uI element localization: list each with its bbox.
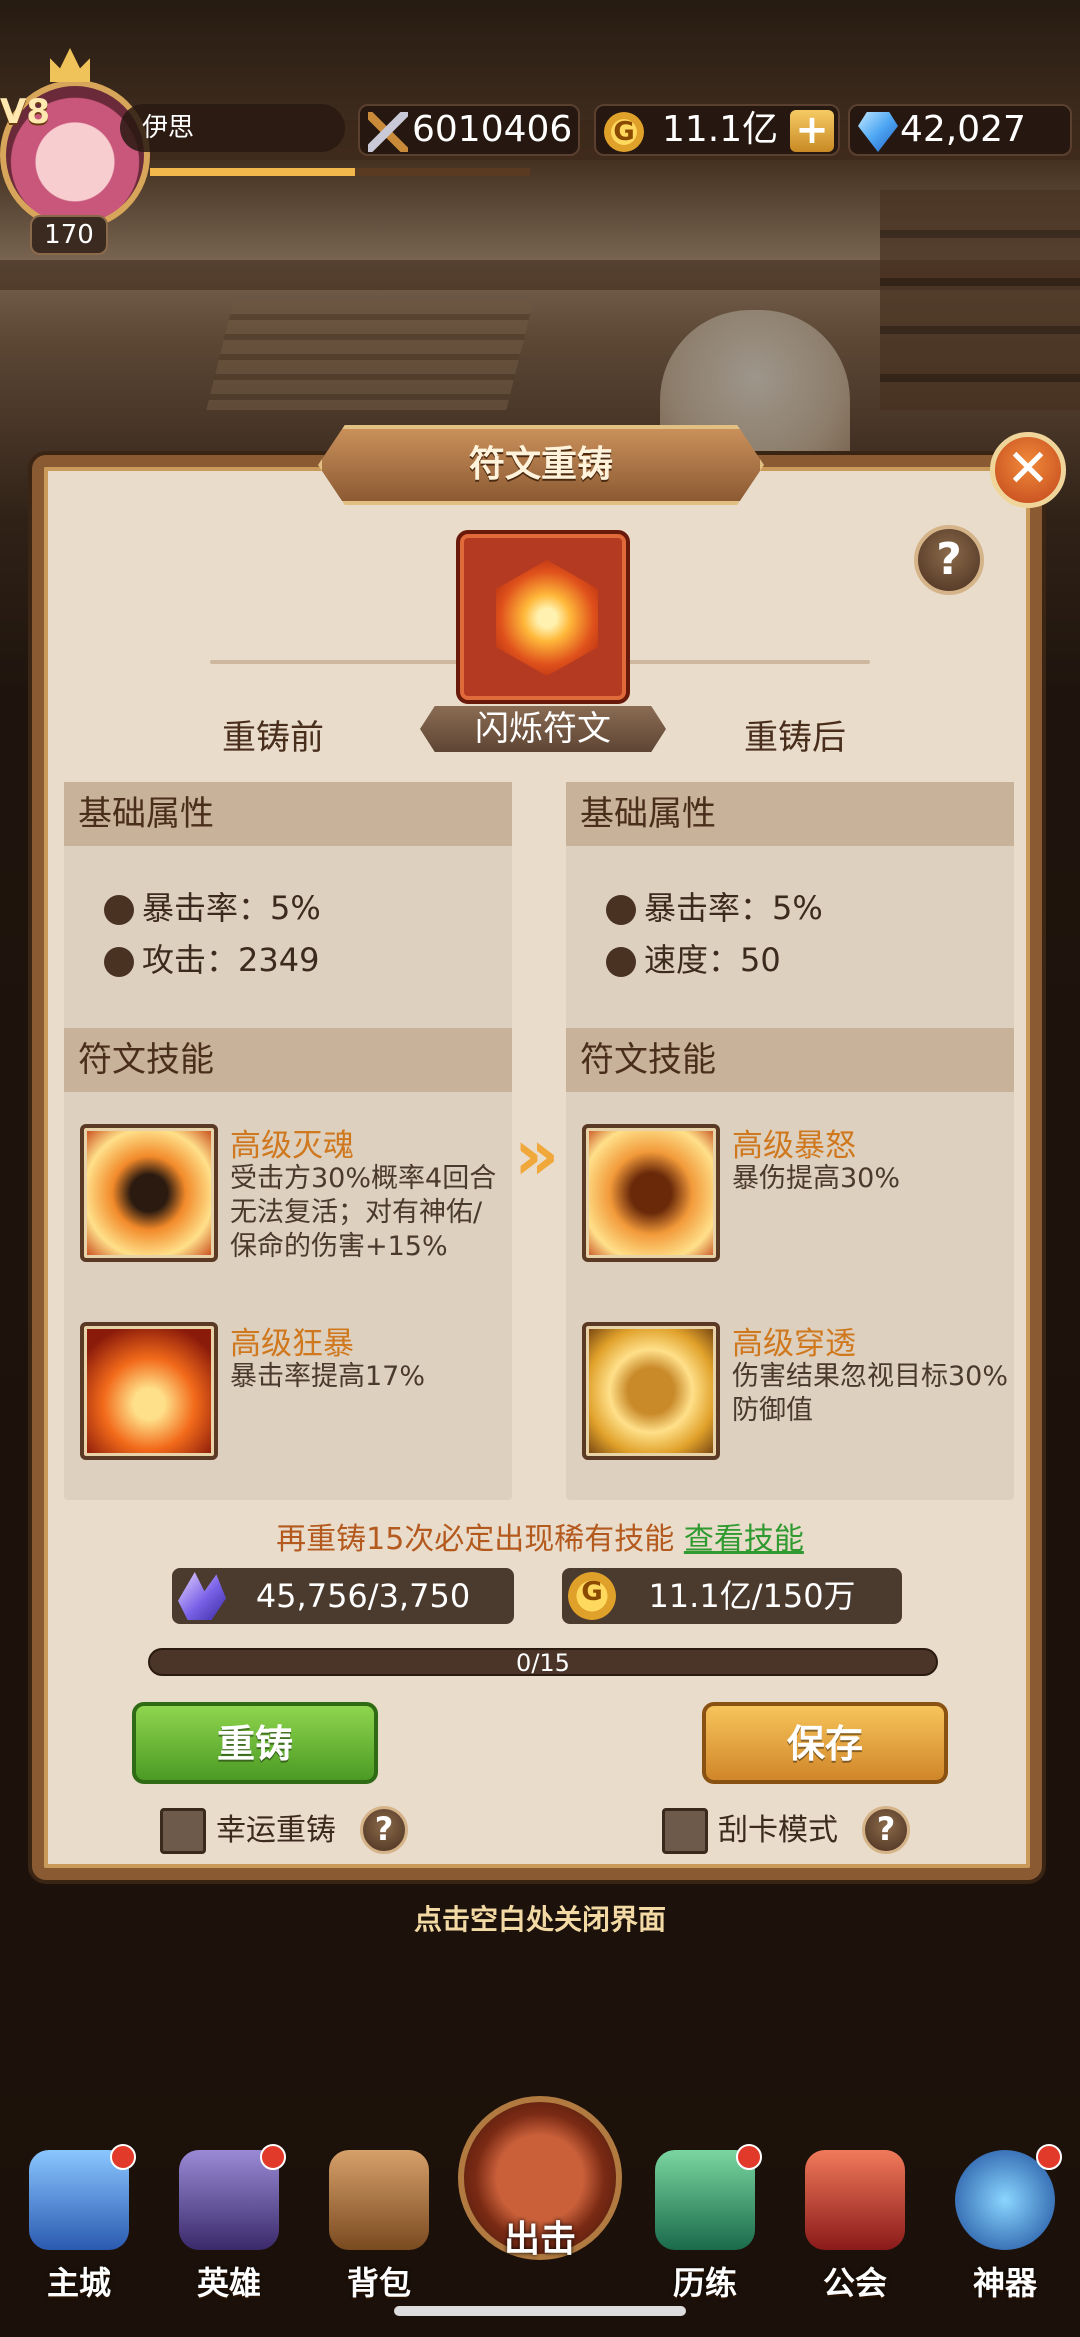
notification-dot	[110, 2144, 136, 2170]
diamond-icon	[858, 112, 898, 152]
skill-header: 符文技能	[64, 1028, 512, 1092]
home-indicator[interactable]	[394, 2306, 686, 2316]
crystal-cost: 45,756/3,750	[172, 1568, 514, 1624]
progress-text: 0/15	[516, 1649, 570, 1677]
guild-banner-icon	[805, 2150, 905, 2250]
nav-training[interactable]: 历练	[640, 2144, 770, 2302]
speed-icon	[606, 947, 636, 977]
skill-pierce-icon[interactable]	[582, 1322, 720, 1460]
rune-icon[interactable]	[456, 530, 630, 704]
dialog-title: 符文重铸	[468, 444, 613, 485]
attr-header: 基础属性	[64, 782, 512, 846]
attack-icon	[104, 947, 134, 977]
lucky-reforge-checkbox[interactable]	[160, 1808, 206, 1854]
diamond-value: 42,027	[900, 109, 1026, 150]
top-bar: V8 170 伊思 6010406 G 11.1亿 + 42,027 +	[0, 0, 1080, 255]
nav-backpack[interactable]: 背包	[314, 2150, 444, 2302]
gold-cost: G 11.1亿/150万	[562, 1568, 902, 1624]
exp-bar-fill	[150, 168, 356, 176]
after-reforge-label: 重铸后	[744, 718, 846, 758]
crystal-cost-value: 45,756/3,750	[255, 1577, 471, 1615]
skill-rage-icon[interactable]	[582, 1124, 720, 1262]
skill-name: 高级暴怒	[732, 1128, 856, 1164]
lucky-reforge-help-button[interactable]: ?	[360, 1806, 408, 1854]
diamond-display: 42,027 +	[848, 104, 1072, 156]
save-button[interactable]: 保存	[702, 1702, 948, 1784]
stat-speed: 速度：50	[606, 938, 781, 982]
player-level: 170	[30, 215, 108, 255]
notification-dot	[260, 2144, 286, 2170]
nav-main-city[interactable]: 主城	[14, 2144, 144, 2302]
backpack-icon	[329, 2150, 429, 2250]
add-gold-button[interactable]: +	[790, 110, 834, 152]
notification-dot	[736, 2144, 762, 2170]
vip-level: V8	[0, 92, 50, 132]
stat-attack: 攻击：2349	[104, 938, 319, 982]
rare-skill-hint: 再重铸15次必定出现稀有技能 查看技能	[0, 1514, 1080, 1558]
skill-desc: 暴伤提高30%	[732, 1163, 901, 1194]
skill-header: 符文技能	[566, 1028, 1014, 1092]
after-panel: 基础属性 暴击率：5% 速度：50 符文技能 高级暴怒 暴伤提高30% 高级穿透…	[566, 782, 1014, 1500]
player-name: 伊思	[120, 104, 345, 152]
tap-to-close-hint: 点击空白处关闭界面	[413, 1903, 666, 1936]
crown-icon	[50, 48, 90, 82]
rare-hint-text: 再重铸15次必定出现稀有技能	[276, 1522, 675, 1557]
scratch-mode-help-button[interactable]: ?	[862, 1806, 910, 1854]
skill-berserk-icon[interactable]	[80, 1322, 218, 1460]
rune-name: 闪烁符文	[475, 709, 611, 749]
power-display: 6010406	[358, 104, 580, 156]
scratch-mode-checkbox[interactable]	[662, 1808, 708, 1854]
skill-desc: 伤害结果忽视目标30%防御值	[732, 1361, 1009, 1426]
gold-value: 11.1亿	[662, 109, 779, 150]
reforge-button[interactable]: 重铸	[132, 1702, 378, 1784]
reforge-progress-bar: 0/15	[148, 1648, 938, 1676]
before-panel: 基础属性 暴击率：5% 攻击：2349 符文技能 高级灭魂 受击方30%概率4回…	[64, 782, 512, 1500]
skill-desc: 暴击率提高17%	[230, 1361, 426, 1392]
scratch-mode-label: 刮卡模式	[718, 1813, 838, 1848]
skill-soul-destroy-icon[interactable]	[80, 1124, 218, 1262]
close-button[interactable]: ✕	[990, 432, 1066, 508]
gold-display: G 11.1亿 +	[594, 104, 840, 156]
gold-coin-icon: G	[604, 112, 644, 152]
nav-heroes[interactable]: 英雄	[164, 2144, 294, 2302]
notification-dot	[1036, 2144, 1062, 2170]
nav-artifact[interactable]: 神器	[940, 2144, 1070, 2302]
rune-gem-icon	[496, 560, 598, 676]
skill-name: 高级狂暴	[230, 1326, 354, 1362]
skill-name: 高级穿透	[732, 1326, 856, 1362]
crit-icon	[104, 895, 134, 925]
crit-icon	[606, 895, 636, 925]
exp-bar	[150, 168, 530, 176]
crossed-swords-icon	[368, 112, 408, 152]
before-reforge-label: 重铸前	[222, 718, 324, 758]
stat-crit: 暴击率：5%	[606, 886, 823, 930]
view-skills-link[interactable]: 查看技能	[684, 1522, 804, 1557]
arrow-right-icon: »	[514, 1114, 560, 1196]
gold-cost-value: 11.1亿/150万	[648, 1577, 856, 1615]
nav-battle[interactable]: 出击	[458, 2096, 622, 2260]
nav-guild[interactable]: 公会	[790, 2150, 920, 2302]
skill-desc: 受击方30%概率4回合无法复活；对有神佑/保命的伤害+15%	[230, 1163, 497, 1262]
power-value: 6010406	[412, 109, 573, 150]
attr-header: 基础属性	[566, 782, 1014, 846]
help-button[interactable]: ?	[914, 525, 984, 595]
skill-name: 高级灭魂	[230, 1128, 354, 1164]
stat-crit: 暴击率：5%	[104, 886, 321, 930]
lucky-reforge-label: 幸运重铸	[216, 1813, 336, 1848]
